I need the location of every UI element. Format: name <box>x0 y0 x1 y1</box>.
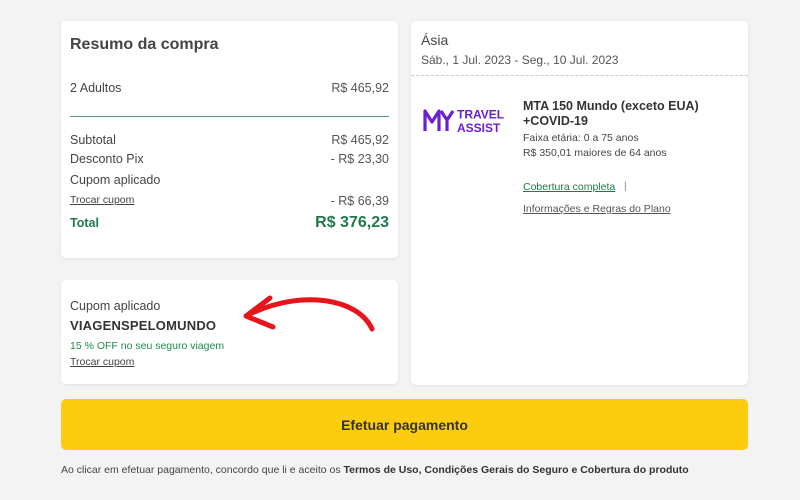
plan-over-64-price: R$ 350,01 maiores de 64 anos <box>523 147 667 159</box>
logo-text-line2: ASSIST <box>457 121 501 135</box>
destination-region: Ásia <box>421 32 449 48</box>
terms-prefix: Ao clicar em efetuar pagamento, concordo… <box>61 464 344 476</box>
coupon-change-link[interactable]: Trocar cupom <box>70 356 134 368</box>
plan-header: Ásia Sáb., 1 Jul. 2023 - Seg., 10 Jul. 2… <box>411 21 748 76</box>
travelers-row: 2 Adultos R$ 465,92 <box>70 81 389 95</box>
link-separator: | <box>624 180 627 192</box>
summary-title: Resumo da compra <box>70 36 219 53</box>
pix-discount-label: Desconto Pix <box>70 152 144 166</box>
coupon-discount-row: Trocar cupom - R$ 66,39 <box>70 194 389 208</box>
pix-discount-value: - R$ 23,30 <box>330 152 389 166</box>
travel-assist-logo: TRAVEL ASSIST <box>423 108 504 135</box>
total-row: Total R$ 376,23 <box>70 214 389 232</box>
coupon-label: Cupom aplicado <box>70 299 161 313</box>
plan-age-range: Faixa etária: 0 a 75 anos <box>523 132 639 144</box>
change-coupon-link[interactable]: Trocar cupom <box>70 194 134 208</box>
subtotal-row: Subtotal R$ 465,92 <box>70 133 389 147</box>
coupon-discount-value: - R$ 66,39 <box>330 194 389 208</box>
pix-discount-row: Desconto Pix - R$ 23,30 <box>70 152 389 166</box>
full-coverage-link[interactable]: Cobertura completa <box>523 181 615 193</box>
coupon-code: VIAGENSPELOMUNDO <box>70 318 217 333</box>
subtotal-label: Subtotal <box>70 133 116 147</box>
purchase-summary-card: Resumo da compra 2 Adultos R$ 465,92 Sub… <box>61 21 398 258</box>
travelers-label: 2 Adultos <box>70 81 122 95</box>
coupon-discount-text: 15 % OFF no seu seguro viagem <box>70 340 225 352</box>
coupon-applied-row: Cupom aplicado <box>70 173 389 187</box>
terms-links[interactable]: Termos de Uso, Condições Gerais do Segur… <box>344 464 689 476</box>
terms-notice: Ao clicar em efetuar pagamento, concordo… <box>61 464 689 476</box>
subtotal-value: R$ 465,92 <box>331 133 389 147</box>
plan-card: Ásia Sáb., 1 Jul. 2023 - Seg., 10 Jul. 2… <box>411 21 748 385</box>
total-value: R$ 376,23 <box>315 214 389 231</box>
plan-name: MTA 150 Mundo (exceto EUA) +COVID-19 <box>523 99 699 128</box>
plan-info-link[interactable]: Informações e Regras do Plano <box>523 203 671 215</box>
travelers-value: R$ 465,92 <box>331 81 389 95</box>
trip-dates: Sáb., 1 Jul. 2023 - Seg., 10 Jul. 2023 <box>421 53 619 67</box>
logo-text-line1: TRAVEL <box>457 108 504 122</box>
total-label: Total <box>70 216 99 230</box>
summary-divider <box>70 116 389 117</box>
coupon-applied-label: Cupom aplicado <box>70 173 161 187</box>
red-arrow-icon <box>243 295 375 332</box>
pay-button[interactable]: Efetuar pagamento <box>61 399 748 450</box>
